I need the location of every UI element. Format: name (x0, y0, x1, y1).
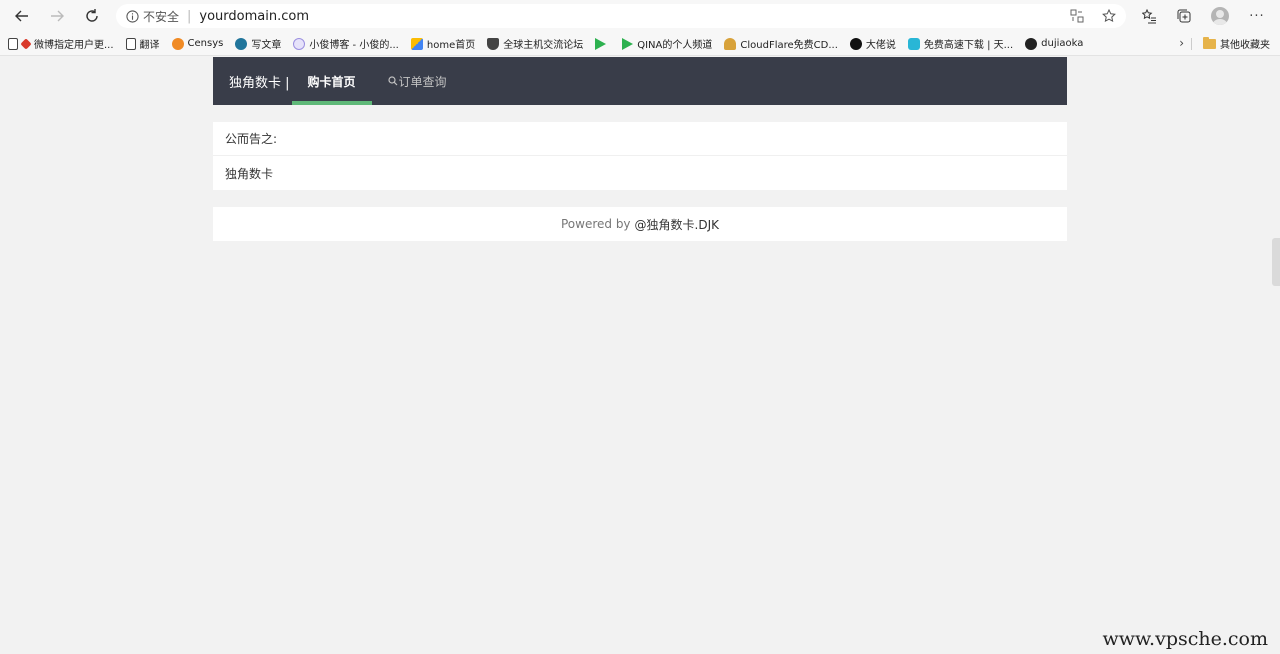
nav-label: 订单查询 (398, 74, 447, 89)
site-header: 独角数卡 | 购卡首页 订单查询 (213, 57, 1067, 105)
collections-button[interactable] (1171, 3, 1197, 29)
bookmark-item[interactable]: Censys (171, 37, 224, 50)
bookmark-item[interactable]: 写文章 (235, 36, 281, 51)
bookmark-label: 翻译 (139, 40, 160, 51)
bookmark-label: 微博指定用户更... (34, 40, 114, 51)
shield-icon (487, 37, 500, 50)
info-icon (126, 9, 139, 23)
arrow-right-icon (51, 10, 64, 22)
bookmarks-divider (1191, 38, 1192, 50)
refresh-button[interactable] (78, 3, 106, 29)
notice-card: 公而告之: 独角数卡 (213, 122, 1067, 190)
bookmark-label: 小俊博客 - 小俊的... (309, 40, 399, 51)
notice-title: 公而告之: (213, 122, 1067, 156)
bookmark-item[interactable]: CloudFlare免费CD... (724, 36, 838, 51)
url-text[interactable]: yourdomain.com (199, 9, 309, 24)
bookmark-item[interactable] (595, 37, 610, 50)
download-cloud-icon (907, 37, 920, 50)
bookmarks-bar: 微博指定用户更... 翻译 Censys 写文章 小俊博客 - 小俊的... h… (0, 32, 1280, 56)
bookmark-label: CloudFlare免费CD... (740, 40, 838, 51)
refresh-icon (86, 9, 98, 22)
favorite-star-icon[interactable] (1100, 7, 1118, 25)
bookmark-label: QINA的个人频道 (637, 40, 713, 51)
page-viewport: 独角数卡 | 购卡首页 订单查询 公而告之: 独角数卡 Powered by @… (0, 57, 1280, 654)
nav-order-query[interactable]: 订单查询 (372, 57, 463, 105)
folder-icon (1203, 36, 1216, 49)
forward-button[interactable] (43, 3, 71, 29)
play-icon (622, 37, 634, 50)
nav-buy-card-home[interactable]: 购卡首页 (291, 57, 372, 105)
arrow-left-icon (15, 10, 28, 22)
page-icon (125, 37, 136, 50)
bookmark-label: 全球主机交流论坛 (503, 40, 584, 51)
site-footer: Powered by @独角数卡.DJK (213, 207, 1067, 241)
search-icon (387, 76, 397, 86)
bookmark-item[interactable]: 免费高速下载 | 天... (907, 36, 1014, 51)
play-icon (595, 37, 607, 50)
bookmark-label: home首页 (426, 40, 476, 51)
collections-icon (1177, 9, 1190, 22)
security-label: 不安全 (143, 9, 180, 24)
wordpress-icon (235, 37, 248, 50)
github-icon (1025, 37, 1038, 50)
bookmark-label: dujiaoka (1041, 38, 1084, 49)
browser-toolbar: 不安全 | yourdomain.com ··· (0, 0, 1280, 32)
address-separator: | (187, 8, 192, 24)
bookmark-label: 免费高速下载 | 天... (923, 40, 1014, 51)
bookmark-item[interactable]: 小俊博客 - 小俊的... (293, 36, 399, 51)
bookmark-item[interactable]: 全球主机交流论坛 (487, 36, 583, 51)
watermark-text: www.vpsche.com (1102, 628, 1268, 650)
chevron-right-icon[interactable]: › (1179, 36, 1184, 50)
bookmark-item[interactable]: 大佬说 (849, 36, 896, 51)
bookmark-item[interactable]: 翻译 (125, 36, 160, 51)
settings-more-button[interactable]: ··· (1244, 3, 1270, 29)
page-icon (8, 37, 18, 50)
bookmark-label: 大佬说 (865, 40, 896, 51)
nav-label: 购卡首页 (307, 74, 356, 89)
security-indicator[interactable]: 不安全 (126, 8, 179, 25)
other-bookmarks-button[interactable]: 其他收藏夹 (1203, 36, 1270, 51)
read-aloud-icon[interactable] (1068, 7, 1086, 25)
censys-icon (171, 37, 184, 50)
footer-prefix: Powered by (560, 217, 631, 231)
favorites-button[interactable] (1136, 3, 1162, 29)
pin-icon (20, 37, 32, 50)
dalaoshuo-icon (849, 37, 862, 50)
cloud-icon (724, 37, 737, 50)
address-bar[interactable]: 不安全 | yourdomain.com (116, 4, 1126, 28)
footer-link[interactable]: @独角数卡.DJK (635, 216, 719, 233)
back-button[interactable] (8, 3, 36, 29)
blog-icon (293, 37, 306, 50)
other-bookmarks-label: 其他收藏夹 (1220, 40, 1270, 51)
favorites-list-icon (1141, 8, 1156, 23)
bookmark-item[interactable]: home首页 (410, 36, 476, 51)
more-dots-icon: ··· (1249, 8, 1265, 24)
profile-button[interactable] (1207, 3, 1233, 29)
bookmark-label: Censys (187, 38, 224, 49)
scrollbar-thumb[interactable] (1272, 238, 1280, 286)
avatar (1211, 7, 1229, 25)
bookmark-item[interactable]: 微博指定用户更... (8, 36, 114, 51)
bookmark-item[interactable]: dujiaoka (1025, 37, 1084, 50)
notice-body: 独角数卡 (225, 166, 274, 181)
bookmark-item[interactable]: QINA的个人频道 (622, 36, 712, 51)
site-brand[interactable]: 独角数卡 | (213, 57, 290, 105)
google-ads-icon (410, 37, 423, 50)
bookmark-label: 写文章 (251, 40, 282, 51)
